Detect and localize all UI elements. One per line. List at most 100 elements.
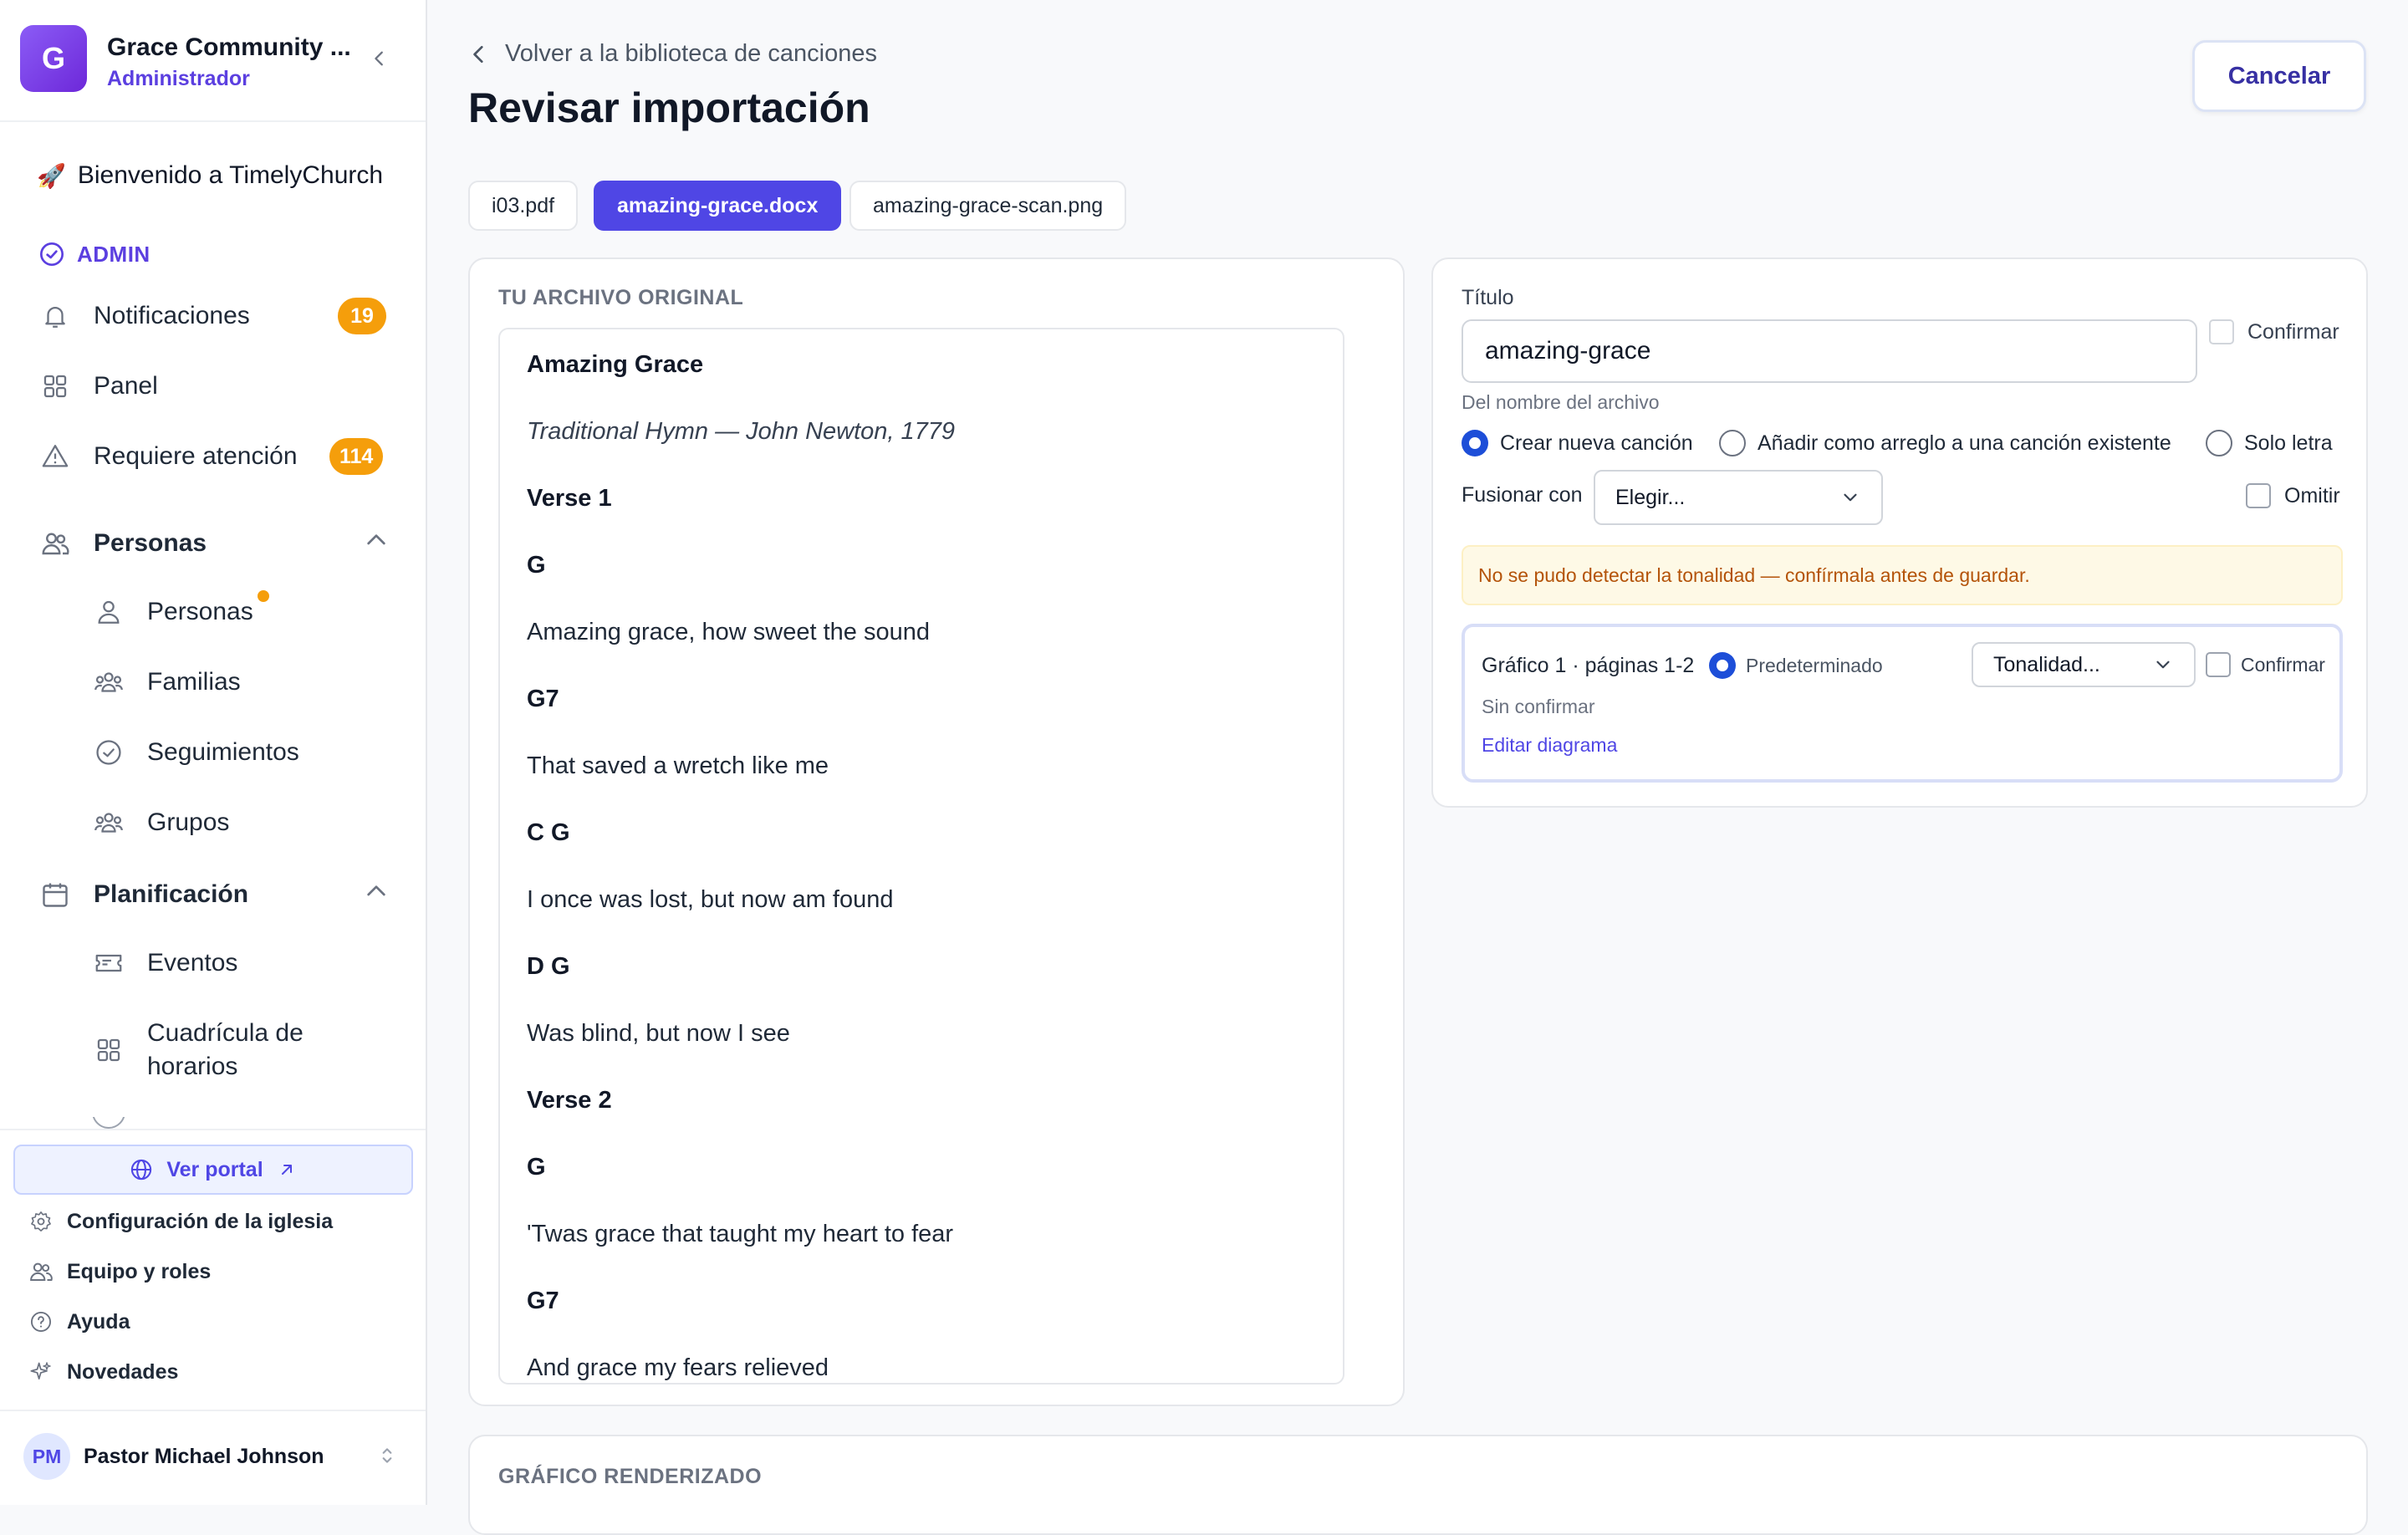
org-switcher[interactable]: G Grace Community ... Administrador [20, 25, 408, 95]
group-icon [92, 806, 125, 839]
sidebar-item-grupos[interactable]: Grupos [92, 806, 229, 839]
sidebar-group-planificacion[interactable]: Planificación [38, 869, 390, 920]
check-circle-icon [92, 736, 125, 769]
sparkle-icon [28, 1359, 54, 1385]
checkbox[interactable] [2206, 652, 2231, 677]
radio-button[interactable] [2206, 430, 2232, 456]
chevron-left-icon [473, 45, 483, 63]
ticket-icon [92, 946, 125, 980]
sidebar-item-seguimientos[interactable]: Seguimientos [92, 736, 299, 769]
chevron-up-down-icon [382, 1448, 392, 1463]
user-menu[interactable]: PM Pastor Michael Johnson [23, 1431, 405, 1481]
doc-line: Verse 1 [527, 485, 612, 512]
doc-line: I once was lost, but now am found [527, 886, 894, 913]
sidebar-item-label: Grupos [147, 808, 230, 836]
sidebar-group-personas[interactable]: Personas [38, 518, 390, 569]
doc-line: G [527, 552, 546, 579]
new-indicator-dot [258, 590, 269, 602]
doc-line: That saved a wretch like me [527, 752, 829, 779]
sidebar-divider [0, 1410, 426, 1411]
key-select[interactable]: Tonalidad... [1972, 642, 2196, 687]
sidebar-divider [0, 1129, 426, 1130]
team-roles-link[interactable]: Equipo y roles [28, 1259, 211, 1284]
doc-line: C G [527, 819, 570, 846]
clipped-nav-item [92, 1117, 234, 1129]
sidebar-item-label: Personas [147, 598, 253, 625]
view-portal-label: Ver portal [166, 1157, 263, 1181]
sidebar-item-label: Notificaciones [94, 302, 250, 329]
sidebar-item-panel[interactable]: Panel [38, 361, 158, 411]
checkbox[interactable] [2246, 483, 2271, 508]
chart-title: Gráfico 1 · páginas 1-2 [1482, 654, 1695, 677]
original-file-preview[interactable]: Amazing Grace Traditional Hymn — John Ne… [498, 328, 1344, 1385]
sidebar-item-notificaciones[interactable]: Notificaciones [38, 291, 250, 341]
file-tab[interactable]: amazing-grace-scan.png [849, 181, 1127, 231]
radio-button-selected[interactable] [1709, 652, 1736, 679]
sidebar-item-personas[interactable]: Personas [92, 595, 253, 629]
whats-new-link[interactable]: Novedades [28, 1359, 178, 1385]
omit-checkbox[interactable]: Omitir [2246, 483, 2340, 508]
merge-with-label: Fusionar con [1462, 483, 1583, 507]
notification-count-badge: 19 [338, 298, 386, 334]
radio-lyrics-only[interactable]: Solo letra [2206, 430, 2333, 456]
radio-create-new-song[interactable]: Crear nueva canción [1462, 430, 1693, 456]
doc-line: G7 [527, 1288, 559, 1314]
sidebar-item-label: Seguimientos [147, 738, 299, 766]
doc-line: Verse 2 [527, 1087, 612, 1114]
back-to-library-link[interactable]: Volver a la biblioteca de canciones [468, 40, 877, 68]
collapse-sidebar-icon[interactable] [365, 43, 395, 74]
doc-line: And grace my fears relieved [527, 1354, 829, 1381]
external-link-icon [281, 1165, 292, 1175]
org-avatar: G [20, 25, 87, 92]
sidebar-item-label: Cuadrícula de horarios [147, 1019, 304, 1080]
help-link[interactable]: Ayuda [28, 1309, 130, 1334]
doc-line: G [527, 1154, 546, 1181]
confirm-chart-checkbox[interactable]: Confirmar [2206, 652, 2325, 677]
radio-add-arrangement[interactable]: Añadir como arreglo a una canción existe… [1719, 430, 2171, 456]
church-settings-link[interactable]: Configuración de la iglesia [28, 1209, 333, 1234]
radio-button-selected[interactable] [1462, 430, 1488, 456]
sidebar-item-label: Requiere atención [94, 442, 298, 470]
sidebar-item-eventos[interactable]: Eventos [92, 946, 237, 980]
org-role: Administrador [107, 67, 250, 90]
view-portal-button[interactable]: Ver portal [13, 1145, 413, 1195]
sidebar-item-familias[interactable]: Familias [92, 666, 241, 699]
confirm-title-checkbox[interactable]: Confirmar [2209, 319, 2339, 344]
help-icon [28, 1309, 54, 1334]
title-input[interactable]: amazing-grace [1462, 319, 2197, 383]
family-icon [92, 666, 125, 699]
merge-with-select[interactable]: Elegir... [1594, 470, 1883, 525]
doc-line: Was blind, but now I see [527, 1020, 790, 1047]
doc-line: G7 [527, 686, 559, 712]
grid-icon [38, 370, 72, 403]
sidebar-item-label: Familias [147, 668, 241, 696]
import-settings-card: Título amazing-grace Confirmar Del nombr… [1431, 258, 2368, 808]
doc-line: Traditional Hymn — John Newton, 1779 [527, 418, 956, 445]
doc-line: D G [527, 953, 570, 980]
chart-status: Sin confirmar [1482, 696, 1595, 717]
chart-entry: Gráfico 1 · páginas 1-2 Predeterminado T… [1462, 624, 2343, 783]
title-hint: Del nombre del archivo [1462, 391, 1660, 413]
doc-line: Amazing Grace [527, 351, 704, 378]
chevron-down-icon [2156, 660, 2170, 669]
sidebar-group-label: Personas [94, 529, 207, 557]
warning-icon [38, 440, 72, 473]
rendered-chart-card: GRÁFICO RENDERIZADO [468, 1435, 2368, 1535]
radio-button[interactable] [1719, 430, 1746, 456]
file-tab-active[interactable]: amazing-grace.docx [594, 181, 842, 231]
avatar: PM [23, 1433, 70, 1480]
welcome-link[interactable]: 🚀 Bienvenido a TimelyChurch [37, 161, 383, 190]
doc-line: 'Twas grace that taught my heart to fear [527, 1221, 954, 1247]
checkbox[interactable] [2209, 319, 2234, 344]
default-chart-radio[interactable]: Predeterminado [1709, 652, 1883, 679]
edit-diagram-link[interactable]: Editar diagrama [1482, 734, 1617, 757]
cancel-button[interactable]: Cancelar [2192, 40, 2366, 112]
sidebar-item-cuadricula-de-horarios[interactable]: Cuadrícula de horarios [92, 1017, 304, 1084]
sidebar: G Grace Community ... Administrador 🚀 Bi… [0, 0, 427, 1505]
sidebar-item-requiere-atencion[interactable]: Requiere atención [38, 431, 298, 482]
welcome-label: Bienvenido a TimelyChurch [77, 161, 384, 189]
file-tab[interactable]: i03.pdf [468, 181, 579, 231]
attention-count-badge: 114 [329, 438, 384, 475]
chevron-down-icon [1844, 493, 1857, 502]
chevron-up-icon [367, 885, 385, 896]
